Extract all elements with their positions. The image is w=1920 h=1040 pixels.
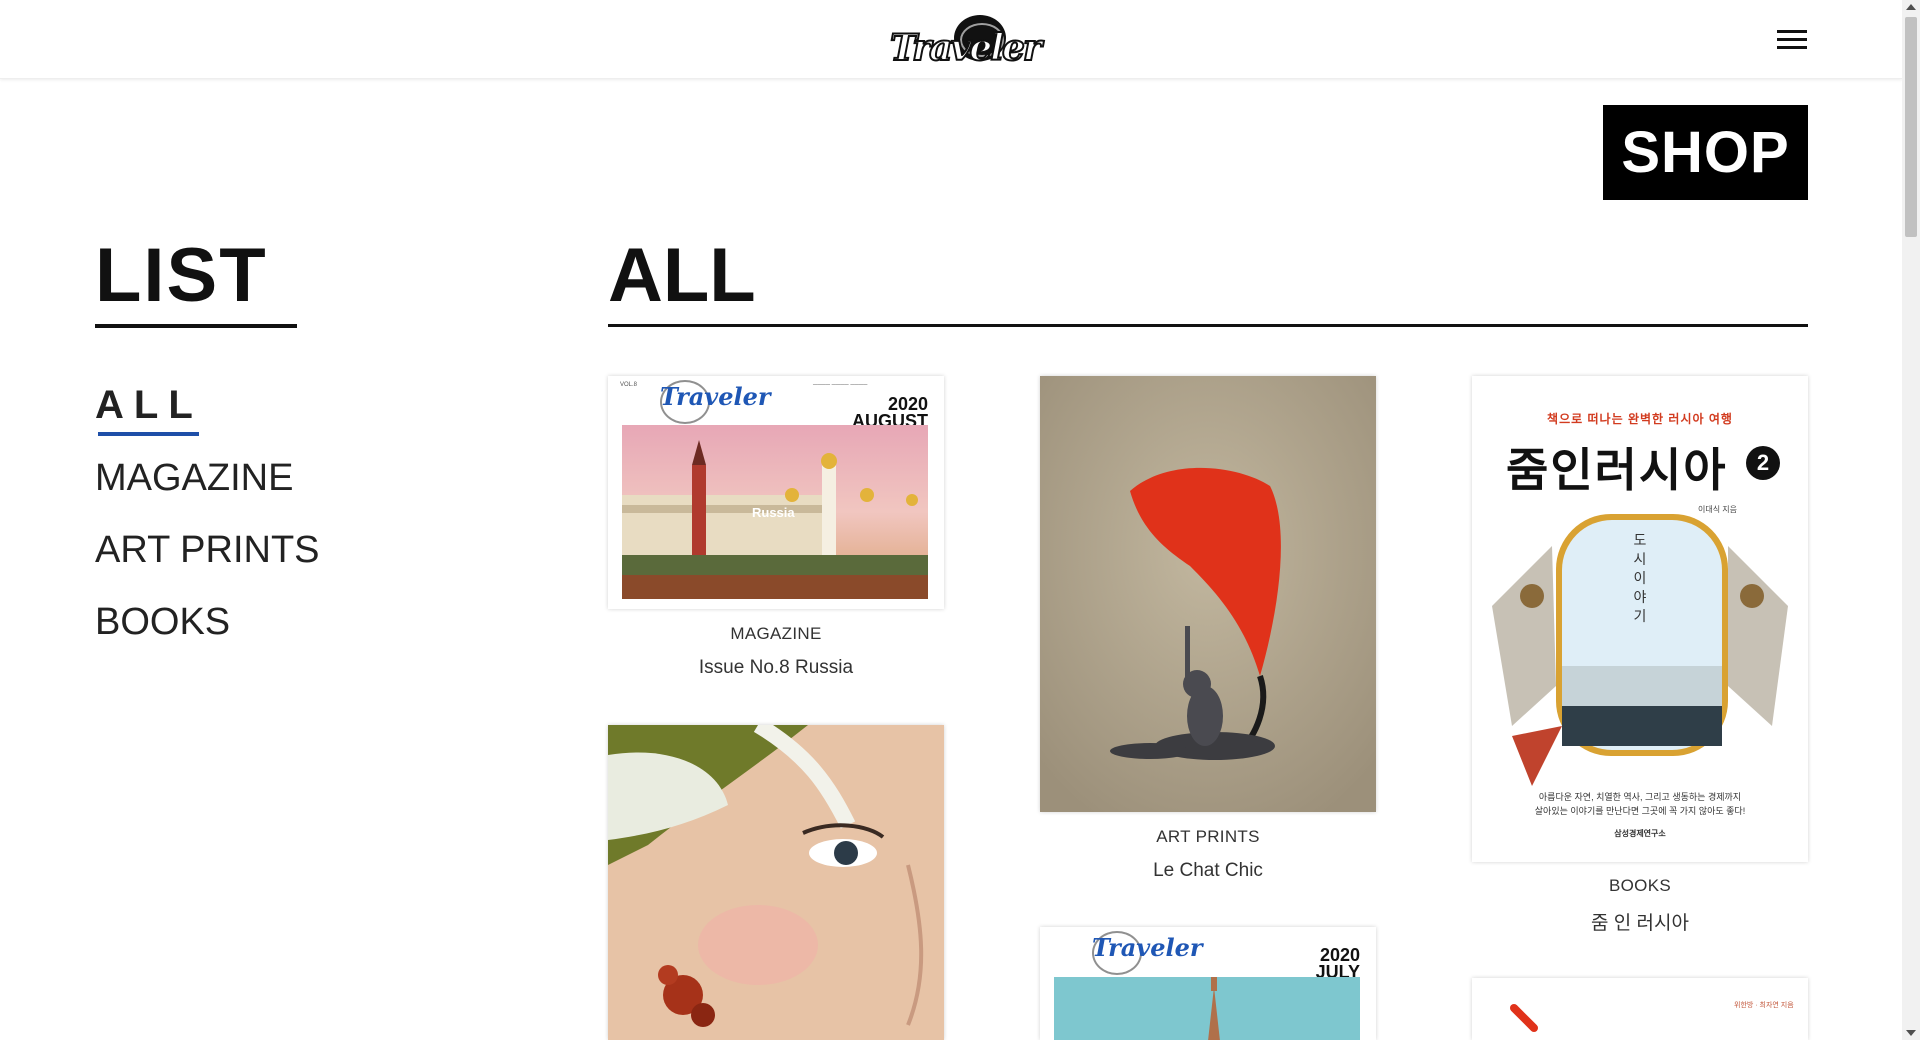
section-title: ALL: [608, 233, 756, 318]
product-image-magazine-russia[interactable]: Traveler 2020 AUGUST Russia VOL.8 ──── ─…: [608, 376, 944, 609]
product-image-portrait-painting[interactable]: [608, 725, 944, 1040]
product-title[interactable]: 줌 인 러시아: [1472, 908, 1808, 935]
sidebar-title-underline: [95, 324, 297, 328]
book-blurb-1: 아름다운 자연, 치열한 역사, 그리고 생동하는 경제까지: [1538, 792, 1742, 802]
cat-art-print: [1040, 376, 1376, 812]
book-vertical-text: 도시 이야기: [1633, 532, 1647, 624]
site-header: Traveler: [0, 0, 1902, 79]
book-tagline: 책으로 떠나는 완벽한 러시아 여행: [1547, 412, 1733, 426]
magazine-logo: Traveler: [660, 382, 771, 411]
book-volume-badge: 2: [1746, 446, 1780, 480]
book-corner-text: 위한방 · 최자연 지음: [1734, 1002, 1794, 1009]
active-item-underline: [98, 432, 199, 436]
scrollbar-thumb[interactable]: [1905, 17, 1917, 237]
magazine-cover-photo: [1054, 977, 1360, 1040]
magazine-date: 2020 JULY: [1315, 945, 1360, 982]
product-category: ART PRINTS: [1156, 827, 1260, 846]
hamburger-icon[interactable]: [1777, 30, 1807, 50]
product-image-le-chat-chic[interactable]: [1040, 376, 1376, 812]
magazine-masthead: Traveler 2020 AUGUST: [608, 376, 944, 430]
magazine-masthead: Traveler 2020 JULY: [1040, 927, 1376, 981]
magazine-logo: Traveler: [1092, 933, 1203, 962]
book-publisher: 삼성경제연구소: [1614, 829, 1666, 838]
product-category: MAGAZINE: [730, 624, 822, 643]
portrait-painting: [608, 725, 944, 1040]
sidebar-title: LIST: [95, 233, 268, 318]
product-category: BOOKS: [1609, 876, 1671, 895]
product-title[interactable]: Issue No.8 Russia: [608, 657, 944, 679]
sidebar-item-books[interactable]: BOOKS: [95, 601, 230, 644]
book-blurb-2: 살아있는 이야기를 만난다면 그곳에 꼭 가지 않아도 좋다!: [1534, 806, 1746, 816]
product-image-magazine-july[interactable]: Traveler 2020 JULY: [1040, 927, 1376, 1040]
section-divider: [608, 324, 1808, 327]
svg-text:Russia: Russia: [752, 505, 795, 520]
shop-badge: SHOP: [1603, 105, 1808, 200]
logo-text: Traveler: [889, 26, 1043, 70]
vertical-scrollbar[interactable]: [1902, 0, 1920, 1040]
magazine-cover-photo: Russia: [622, 425, 928, 599]
scroll-down-icon[interactable]: [1906, 1030, 1916, 1036]
sidebar-item-all[interactable]: ALL: [95, 383, 203, 428]
product-title[interactable]: Le Chat Chic: [1040, 860, 1376, 882]
traveler-logo[interactable]: Traveler: [889, 13, 1043, 70]
sidebar-item-art-prints[interactable]: ART PRINTS: [95, 529, 320, 572]
scroll-up-icon[interactable]: [1906, 4, 1916, 10]
product-image-zoom-in-russia[interactable]: 책으로 떠나는 완벽한 러시아 여행 줌인러시아 2 이대식 지음 도시 이야기…: [1472, 376, 1808, 862]
product-image-book-2[interactable]: 위한방 · 최자연 지음: [1472, 978, 1808, 1040]
sidebar-item-magazine[interactable]: MAGAZINE: [95, 457, 293, 500]
